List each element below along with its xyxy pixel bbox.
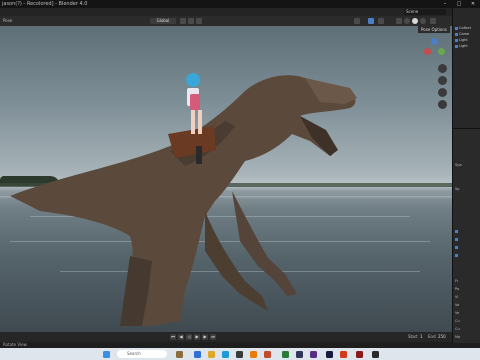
shading-options-icon[interactable] [430,18,436,24]
taskbar-app-icon[interactable] [296,350,303,358]
pivot-icon[interactable] [180,18,186,24]
xray-icon[interactable] [396,18,402,24]
properties-panel: Spa Sp Fr Pa Vi Ve Ve Cu Cu Mo [452,128,480,343]
gizmo-toggle-icon[interactable] [368,18,374,24]
end-frame-field[interactable]: 250 [438,332,446,342]
taskbar-app-icon[interactable] [282,350,289,358]
taskbar-app-icon[interactable] [326,350,333,358]
property-row[interactable]: Spa [455,163,479,168]
pan-icon[interactable] [438,88,447,97]
minimize-button[interactable]: – [438,0,452,8]
outliner-item[interactable]: Came [455,32,479,37]
property-row[interactable]: Ve [455,311,479,316]
visibility-icon[interactable] [354,18,360,24]
property-row[interactable]: Cu [455,327,479,332]
prev-key-icon[interactable]: ◀ [178,334,184,340]
close-button[interactable]: ✕ [466,0,480,8]
taskbar-app-icon[interactable] [340,350,347,358]
taskbar-app-icon[interactable] [264,350,271,358]
property-row[interactable]: Ve [455,303,479,308]
raptor-model[interactable] [10,73,357,326]
play-reverse-icon[interactable]: ◁ [186,334,192,340]
axis-x-icon[interactable] [424,48,431,55]
axis-z-icon[interactable] [431,38,438,45]
camera-view-icon[interactable] [438,100,447,109]
property-row[interactable]: Sp [455,187,479,192]
property-row[interactable] [455,253,479,258]
property-row[interactable] [455,237,479,242]
axis-y-icon[interactable] [438,48,445,55]
play-icon[interactable]: ▶ [194,334,200,340]
outliner-item[interactable]: Collect [455,26,479,31]
property-row[interactable] [455,245,479,250]
taskbar-search[interactable]: Search [117,350,167,358]
end-label: End [428,334,436,339]
property-row[interactable]: Vi [455,295,479,300]
next-key-icon[interactable]: ▶ [202,334,208,340]
timeline-bar: ⏮ ◀ ◁ ▶ ▶ ⏭ Start 1 End 250 [0,332,452,342]
workspace-bar: LayoutModelingSculptingUV EditingTexture… [0,8,480,26]
outliner-panel: Collect Came Light Light [452,8,480,128]
windows-start-icon[interactable] [103,350,110,358]
window-title: jason(?) - Recolored] - Blender 4.0 [2,1,88,7]
overlay-icon[interactable] [378,18,384,24]
status-hint: Rotate View [3,342,27,347]
dinosaur-scene [0,73,452,326]
property-row[interactable]: Mo [455,335,479,340]
jump-start-icon[interactable]: ⏮ [170,334,176,340]
file-explorer-icon[interactable] [208,350,215,358]
solid-shading-icon[interactable] [404,18,410,24]
window-title-bar: jason(?) - Recolored] - Blender 4.0 – □ … [0,0,480,8]
property-row[interactable]: Cu [455,319,479,324]
transform-orientation[interactable]: Global [150,18,176,24]
rendered-shading-icon[interactable] [420,18,426,24]
taskbar-app-icon[interactable] [310,350,317,358]
property-row[interactable]: Fr [455,279,479,284]
taskbar-app-icon[interactable] [356,350,363,358]
blender-icon[interactable] [250,350,257,358]
jump-end-icon[interactable]: ⏭ [210,334,216,340]
windows-taskbar: Search [0,348,480,360]
property-row[interactable] [455,229,479,234]
taskbar-app-icon[interactable] [372,350,379,358]
viewport-header: Pose Global [0,16,452,26]
orbit-icon[interactable] [438,64,447,73]
3d-viewport[interactable]: Pose Options [0,26,452,332]
edge-browser-icon[interactable] [222,350,229,358]
snap-icon[interactable] [188,18,194,24]
start-label: Start [408,334,418,339]
outliner-item[interactable]: Light [455,44,479,49]
taskbar-app-icon[interactable] [236,350,243,358]
maximize-button[interactable]: □ [452,0,466,8]
proportional-icon[interactable] [196,18,202,24]
scene-selector[interactable]: Scene [404,9,446,15]
outliner-item[interactable]: Light [455,38,479,43]
taskbar-app-icon[interactable] [194,350,201,358]
property-row[interactable]: Pa [455,287,479,292]
start-frame-field[interactable]: 1 [420,332,423,342]
zoom-icon[interactable] [438,76,447,85]
taskbar-app-icon[interactable] [176,350,183,358]
mode-selector[interactable]: Pose [3,16,12,26]
material-shading-icon[interactable] [412,18,418,24]
